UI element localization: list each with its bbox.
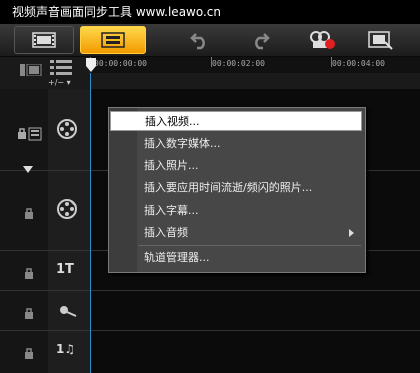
submenu-arrow-icon (349, 229, 354, 237)
undo-icon (190, 33, 205, 50)
expand-track-toggle[interactable] (23, 158, 33, 177)
ruler-label: 00:00:02:00 (212, 59, 265, 68)
playhead-line (90, 73, 91, 373)
overlay-reel-icon (57, 199, 77, 219)
redo-button[interactable] (242, 26, 278, 54)
triangle-down-icon (23, 166, 33, 173)
track-view-toggle[interactable] (20, 61, 42, 80)
track-voice[interactable] (58, 302, 78, 322)
lock-icon (25, 308, 33, 319)
menu-item-label: 插入音频 (144, 226, 188, 239)
menu-item-insert-subtitle[interactable]: 插入字幕... (110, 201, 362, 221)
lock-icon (25, 348, 33, 359)
track-overlay[interactable] (56, 198, 78, 224)
voice-icon (60, 306, 77, 317)
video-reel-icon (57, 119, 77, 139)
menu-lines-icon (50, 60, 72, 75)
lock-icon (25, 268, 33, 279)
menu-item-insert-photo[interactable]: 插入照片... (110, 156, 362, 176)
undo-button[interactable] (182, 26, 218, 54)
playhead-icon (86, 58, 96, 72)
track-lock-toggle[interactable] (24, 344, 34, 363)
lock-all-icon (18, 127, 42, 141)
title-icon[interactable]: 1T (56, 262, 74, 277)
context-menu: 插入视频... 插入数字媒体... 插入照片... 插入要应用时间流逝/频闪的照… (108, 107, 366, 273)
window-title: 视频声音画面同步工具 www.leawo.cn (0, 0, 420, 24)
ruler-label: 00:00:04:00 (332, 59, 385, 68)
timeline-ruler[interactable]: 00:00:00:00 00:00:02:00 00:00:04:00 (90, 57, 420, 73)
track-menu-button[interactable] (50, 59, 72, 79)
storyboard-view-button[interactable] (80, 26, 146, 54)
track-video[interactable] (56, 118, 78, 144)
zoom-label: +/− (48, 78, 65, 87)
track-divider (0, 290, 420, 291)
redo-icon (255, 33, 270, 50)
track-divider (0, 330, 420, 331)
menu-item-insert-audio[interactable]: 插入音频 (110, 223, 362, 243)
ruler-label: 00:00:00:00 (94, 59, 147, 68)
film-strip-icon (32, 32, 56, 48)
chevron-down-icon: ▾ (66, 78, 71, 87)
menu-item-insert-timelapse-photo[interactable]: 插入要应用时间流逝/频闪的照片... (110, 178, 362, 198)
smart-render-icon (368, 31, 393, 50)
music-icon[interactable]: 1♫ (56, 342, 75, 356)
track-lock-toggle[interactable] (24, 304, 34, 323)
track-list-icon (20, 63, 42, 77)
storyboard-icon (101, 32, 125, 48)
playhead-handle[interactable] (86, 57, 96, 72)
track-lock-toggle[interactable] (24, 264, 34, 283)
menu-item-insert-digital-media[interactable]: 插入数字媒体... (110, 134, 362, 154)
track-lock-toggle[interactable] (24, 204, 34, 223)
track-lock-toggle[interactable] (18, 126, 42, 145)
smart-render-button[interactable] (362, 26, 398, 54)
menu-separator (139, 245, 361, 246)
menu-item-insert-video[interactable]: 插入视频... (110, 111, 362, 131)
record-capture-icon (310, 31, 335, 49)
lock-icon (25, 208, 33, 219)
main-toolbar (0, 24, 420, 57)
zoom-control[interactable]: +/− ▾ (48, 77, 86, 88)
record-capture-button[interactable] (302, 26, 342, 54)
menu-item-track-manager[interactable]: 轨道管理器... (110, 248, 362, 268)
timeline-view-button[interactable] (14, 26, 74, 54)
